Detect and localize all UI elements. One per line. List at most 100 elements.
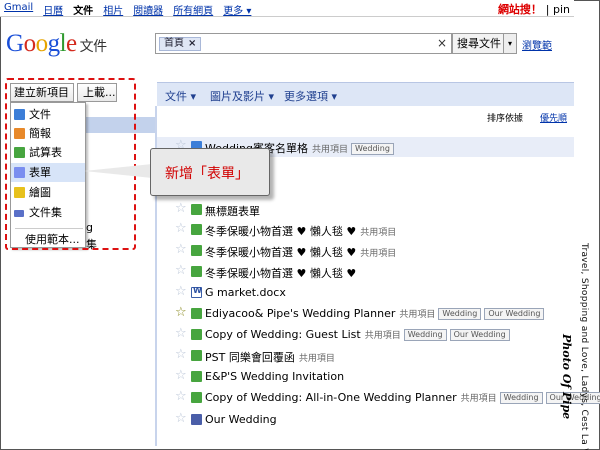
collection-tag[interactable]: Wedding xyxy=(438,308,482,320)
file-title[interactable]: PST 同樂會回覆函 共用項目 xyxy=(205,349,335,365)
file-title-text[interactable]: Ediyacoo& Pipe's Wedding Planner xyxy=(205,307,395,320)
file-title-text[interactable]: E&P'S Wedding Invitation xyxy=(205,370,344,383)
account-area: 網站搜！ | pin xyxy=(498,1,570,17)
collection-tag[interactable]: Our Wedding xyxy=(484,308,545,320)
file-title-text[interactable]: 冬季保暖小物首選 ♥ 懶人毯 ♥ xyxy=(205,225,356,238)
menu-item-drawing[interactable]: 繪圖 xyxy=(11,183,85,202)
nav-web[interactable]: 所有網頁 xyxy=(173,2,213,17)
clear-search-icon[interactable]: × xyxy=(437,36,447,50)
toolbar-more-menu[interactable]: 更多選項 ▾ xyxy=(284,88,337,104)
star-icon[interactable]: ☆ xyxy=(175,243,187,257)
shared-label: 共用項目 xyxy=(364,331,401,341)
callout-text: 新增「表單」 xyxy=(165,166,249,182)
document-icon xyxy=(14,109,25,120)
toolbar-images-menu[interactable]: 圖片及影片 ▾ xyxy=(210,88,274,104)
create-new-menu: 文件 簡報 試算表 表單 繪圖 文件集 使用範本... xyxy=(10,102,86,248)
chip-close-icon[interactable]: × xyxy=(188,38,196,49)
nav-reader[interactable]: 閱讀器 xyxy=(133,2,163,17)
menu-item-spreadsheet[interactable]: 試算表 xyxy=(11,143,85,162)
form-icon xyxy=(14,167,25,178)
file-row[interactable]: ☆ PST 同樂會回覆函 共用項目 xyxy=(157,346,574,366)
file-row[interactable]: ☆ 冬季保暖小物首選 ♥ 懶人毯 ♥ 共用項目 xyxy=(157,241,574,261)
nav-more[interactable]: 更多 ▾ xyxy=(223,2,251,17)
file-row[interactable]: ☆ 冬季保暖小物首選 ♥ 懶人毯 ♥ xyxy=(157,262,574,282)
file-title-text[interactable]: PST 同樂會回覆函 xyxy=(205,351,295,364)
menu-separator xyxy=(15,228,83,229)
star-icon[interactable]: ☆ xyxy=(175,369,187,383)
star-icon[interactable]: ☆ xyxy=(175,202,187,216)
collection-tag[interactable]: Wedding xyxy=(403,329,447,341)
account-label[interactable]: 網站搜！ xyxy=(498,3,542,16)
file-row[interactable]: ☆ Copy of Wedding: All-in-One Wedding Pla… xyxy=(157,388,600,408)
file-title[interactable]: E&P'S Wedding Invitation xyxy=(205,370,344,383)
menu-item-label: 繪圖 xyxy=(29,186,51,199)
star-icon[interactable]: ☆ xyxy=(175,306,187,320)
spreadsheet-icon xyxy=(14,147,25,158)
file-row[interactable]: ☆ Ediyacoo& Pipe's Wedding Planner 共用項目 Wed… xyxy=(157,304,574,324)
file-title[interactable]: Our Wedding xyxy=(205,413,277,426)
sort-bar: 排序依據 優先順 xyxy=(157,108,574,126)
toolbar-documents-menu[interactable]: 文件 ▾ xyxy=(165,88,196,104)
file-title[interactable]: Copy of Wedding: Guest List 共用項目 Wedding Ou… xyxy=(205,328,510,341)
search-options-dropdown[interactable]: ▾ xyxy=(503,33,517,54)
file-row[interactable]: ☆ 無標題表單 xyxy=(157,200,574,220)
file-title[interactable]: Ediyacoo& Pipe's Wedding Planner 共用項目 Wedd… xyxy=(205,307,545,320)
menu-item-collection[interactable]: 文件集 xyxy=(11,203,85,222)
form-icon xyxy=(191,204,202,215)
nav-calendar[interactable]: 日曆 xyxy=(43,2,63,17)
file-title-text[interactable]: 冬季保暖小物首選 ♥ 懶人毯 ♥ xyxy=(205,267,356,280)
sidebar-text-fragment: 集 xyxy=(86,238,97,251)
nav-photos[interactable]: 相片 xyxy=(103,2,123,17)
file-row[interactable]: ☆ 冬季保暖小物首選 ♥ 懶人毯 ♥ 共用項目 xyxy=(157,220,574,240)
menu-item-document[interactable]: 文件 xyxy=(11,105,85,124)
file-title[interactable]: 冬季保暖小物首選 ♥ 懶人毯 ♥ xyxy=(205,265,356,281)
sort-label: 排序依據 xyxy=(487,114,524,124)
file-title[interactable]: 冬季保暖小物首選 ♥ 懶人毯 ♥ 共用項目 xyxy=(205,223,396,239)
star-icon[interactable]: ☆ xyxy=(175,390,187,404)
google-bar: Gmail 日曆 文件 相片 閱讀器 所有網頁 更多 ▾ 網站搜！ | pin xyxy=(0,0,574,17)
collection-tag[interactable]: Our Wedding xyxy=(449,329,510,341)
account-separator: | pin xyxy=(545,3,570,16)
star-icon[interactable]: ☆ xyxy=(175,327,187,341)
sidebar-selected-item[interactable] xyxy=(86,117,155,133)
nav-gmail[interactable]: Gmail xyxy=(4,2,33,17)
upload-button[interactable]: 上載... xyxy=(77,83,117,102)
file-title-text[interactable]: 冬季保暖小物首選 ♥ 懶人毯 ♥ xyxy=(205,246,356,259)
file-title-text[interactable]: Copy of Wedding: Guest List xyxy=(205,328,361,341)
file-title[interactable]: Copy of Wedding: All-in-One Wedding Plan… xyxy=(205,391,600,404)
menu-item-template[interactable]: 使用範本... xyxy=(11,230,85,249)
star-icon[interactable]: ☆ xyxy=(175,412,187,426)
search-filter-chip[interactable]: 首頁 × xyxy=(159,37,202,51)
star-icon[interactable]: ☆ xyxy=(175,348,187,362)
file-title-text[interactable]: Copy of Wedding: All-in-One Wedding Plan… xyxy=(205,391,457,404)
star-icon[interactable]: ☆ xyxy=(175,285,187,299)
file-title[interactable]: 無標題表單 xyxy=(205,203,260,219)
collection-icon xyxy=(14,207,25,218)
file-row[interactable]: ☆ Copy of Wedding: Guest List 共用項目 Wedding O… xyxy=(157,325,574,345)
sort-value[interactable]: 優先順 xyxy=(540,111,567,124)
menu-item-form[interactable]: 表單 xyxy=(11,163,85,182)
shared-label: 共用項目 xyxy=(399,310,436,320)
star-icon[interactable]: ☆ xyxy=(175,264,187,278)
file-title-text[interactable]: G market.docx xyxy=(205,286,286,299)
nav-documents[interactable]: 文件 xyxy=(73,2,93,17)
google-docs-logo[interactable]: Google 文件 xyxy=(6,30,107,58)
file-title-text[interactable]: 無標題表單 xyxy=(205,205,260,218)
form-icon xyxy=(191,392,202,403)
file-title-text[interactable]: Our Wedding xyxy=(205,413,277,426)
collection-tag[interactable]: Wedding xyxy=(351,143,394,155)
menu-item-presentation[interactable]: 簡報 xyxy=(11,124,85,143)
logo-docs-label: 文件 xyxy=(79,39,108,55)
search-input[interactable]: 首頁 × × xyxy=(155,33,452,54)
menu-item-label: 試算表 xyxy=(29,146,62,159)
file-title[interactable]: 冬季保暖小物首選 ♥ 懶人毯 ♥ 共用項目 xyxy=(205,244,396,260)
star-icon[interactable]: ☆ xyxy=(175,222,187,236)
create-new-button[interactable]: 建立新項目 ▾ xyxy=(10,83,74,116)
collection-tag[interactable]: Wedding xyxy=(499,392,543,404)
file-row[interactable]: ☆ G market.docx xyxy=(157,283,574,303)
browse-link[interactable]: 瀏覽範 xyxy=(522,37,552,52)
file-row[interactable]: ☆ E&P'S Wedding Invitation xyxy=(157,367,574,387)
file-title[interactable]: G market.docx xyxy=(205,286,286,299)
file-row[interactable]: ☆ Our Wedding xyxy=(157,410,574,430)
menu-item-label: 表單 xyxy=(29,166,51,179)
